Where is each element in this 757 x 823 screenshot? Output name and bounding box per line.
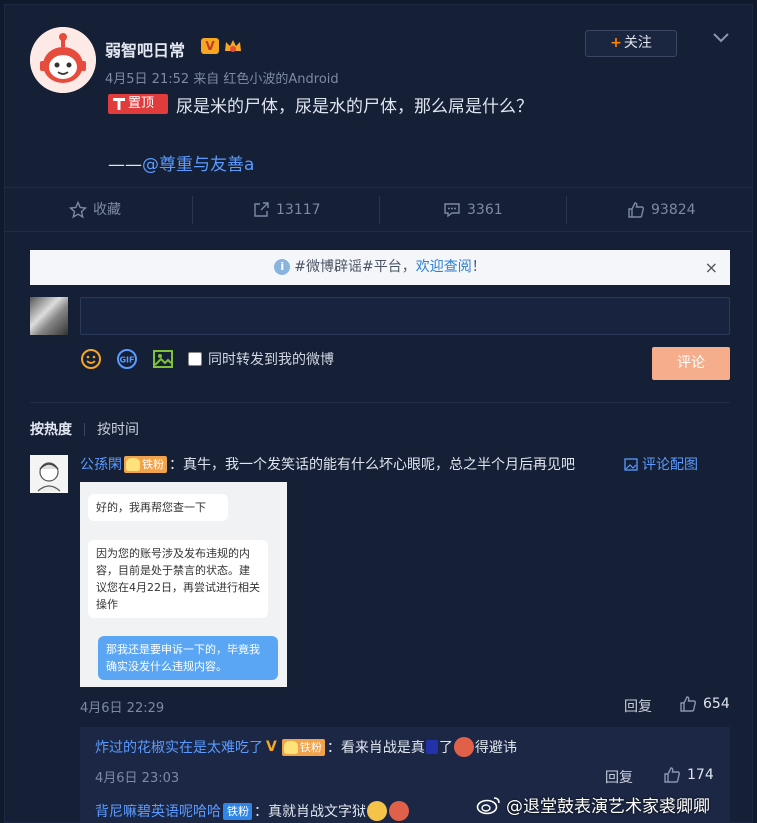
notice-link[interactable]: 欢迎查阅 [416, 259, 472, 275]
chat-bubble: 好的，我再帮您查一下 [88, 494, 228, 521]
sort-by-hot[interactable]: 按热度 [30, 419, 72, 439]
comment-image[interactable]: 好的，我再帮您查一下 因为您的账号涉及发布违规的内容，目前是处于禁言的状态。建议… [80, 482, 287, 687]
comment-icon [444, 203, 460, 218]
sort-by-time[interactable]: 按时间 [97, 419, 139, 439]
sort-separator [84, 422, 85, 436]
info-icon: i [274, 259, 291, 275]
gif-icon[interactable]: GIF [116, 348, 138, 370]
sub-comment-text: ：看来肖战是真 [326, 740, 425, 756]
follow-label: 关注 [623, 35, 652, 51]
chat-bubble-self: 那我还是要申诉一下的，毕竟我确实没发什么违规内容。 [98, 636, 278, 680]
action-separator [192, 196, 193, 224]
emoji-icon [389, 801, 409, 821]
chevron-down-icon[interactable] [711, 30, 731, 46]
image-icon[interactable] [152, 348, 174, 370]
emoji-icon [453, 737, 474, 757]
verified-v-icon: V [266, 739, 277, 755]
weibo-post-card: 弱智吧日常 V + 关注 4月5日 21:52 来自 红色小波的Android 置… [4, 4, 753, 823]
sub-comment-line: 背尼嘛碧英语呢哈哈 铁粉 ：真就肖战文字狱 [95, 801, 410, 821]
notice-tail: ！ [471, 259, 486, 275]
robot-avatar-icon [30, 27, 96, 93]
sub-comment-text: ：真就肖战文字狱 [254, 804, 366, 820]
comment-pic-link[interactable]: 评论配图 [624, 454, 698, 474]
sub-commenter-name[interactable]: 炸过的花椒实在是太难吃了 [95, 737, 263, 757]
comment-line: 公孫閑 铁粉 ：真牛，我一个发笑话的能有什么坏心眼呢，总之半个月后再见吧 [80, 454, 575, 474]
verified-v-icon: V [201, 38, 219, 54]
vip-crown-icon [225, 40, 241, 52]
watermark-text: @退堂鼓表演艺术家裘卿卿 [506, 797, 710, 817]
composer-toolbar: GIF 同时转发到我的微博 [80, 347, 334, 371]
sub-like-count: 174 [687, 767, 714, 783]
sub-comment-line: 炸过的花椒实在是太难吃了 V 铁粉 ：看来肖战是真 了 得避讳 [95, 737, 517, 757]
weibo-watermark: @退堂鼓表演艺术家裘卿卿 [476, 792, 710, 817]
post-meta: 4月5日 21:52 来自 红色小波的Android [105, 72, 339, 87]
thumbs-up-icon [664, 767, 680, 783]
repost-count: 13117 [276, 202, 321, 218]
comment-sort: 按热度 按时间 [30, 419, 139, 439]
chat-bubble: 因为您的账号涉及发布违规的内容，目前是处于禁言的状态。建议您在4月22日，再尝试… [88, 540, 268, 618]
fan-badge: 铁粉 [223, 802, 252, 820]
thumbs-up-icon [680, 696, 696, 712]
author-name[interactable]: 弱智吧日常 [105, 37, 185, 61]
comment-like-button[interactable]: 654 [679, 695, 730, 713]
plus-icon: + [610, 35, 622, 51]
mention-link[interactable]: @尊重与友善a [142, 155, 254, 175]
favorite-button[interactable]: 收藏 [69, 188, 121, 232]
repost-checkbox[interactable] [188, 352, 202, 366]
post-content: 尿是米的尸体，尿是水的尸体，那么屌是什么？ [176, 97, 533, 117]
comment-time: 4月6日 22:29 [80, 701, 165, 716]
action-separator [566, 196, 567, 224]
comment-like-count: 654 [703, 696, 730, 712]
post-header: 弱智吧日常 V + 关注 4月5日 21:52 来自 红色小波的Android 置… [5, 5, 752, 187]
weibo-logo-icon [476, 796, 500, 814]
post-action-bar: 收藏 13117 3361 93824 [5, 187, 752, 232]
emoji-icon [367, 801, 387, 821]
favorite-label: 收藏 [93, 202, 121, 218]
comment-count: 3361 [467, 202, 503, 218]
emoji-icon[interactable] [80, 348, 102, 370]
divider [30, 402, 730, 403]
submit-comment-button[interactable]: 评论 [652, 347, 730, 380]
current-user-avatar [30, 297, 68, 335]
notice-text: #微博辟谣#平台， [294, 259, 416, 275]
thumbs-up-icon [628, 202, 644, 218]
reply-button[interactable]: 回复 [605, 767, 633, 787]
comment-pic-label: 评论配图 [642, 457, 698, 473]
sub-like-button[interactable]: 174 [663, 766, 714, 784]
star-icon [69, 201, 87, 219]
sub-comment-text: 了 [438, 740, 453, 756]
repost-checkbox-label: 同时转发到我的微博 [208, 352, 334, 368]
comment-button[interactable]: 3361 [443, 188, 503, 232]
pinned-badge: 置顶 [108, 94, 168, 114]
author-avatar[interactable] [30, 27, 96, 93]
reply-button[interactable]: 回复 [624, 696, 652, 716]
rumor-notice-bar: i #微博辟谣#平台，欢迎查阅！ × [30, 250, 730, 285]
comment-input[interactable] [80, 297, 730, 335]
commenter-avatar[interactable] [30, 455, 68, 493]
sub-comment-time: 4月6日 23:03 [95, 771, 180, 786]
share-icon [254, 202, 269, 217]
signature-dash: —— [108, 155, 142, 175]
like-button[interactable]: 93824 [627, 188, 696, 232]
picture-icon [624, 457, 638, 471]
fan-badge: 铁粉 [281, 738, 325, 756]
fan-badge: 铁粉 [124, 455, 167, 473]
censor-emoji-icon [425, 740, 438, 754]
sub-commenter-name[interactable]: 背尼嘛碧英语呢哈哈 [95, 801, 221, 821]
follow-button[interactable]: + 关注 [585, 30, 677, 57]
svg-text:GIF: GIF [119, 356, 134, 365]
like-count: 93824 [651, 202, 696, 218]
repost-button[interactable]: 13117 [252, 188, 321, 232]
post-signature: ——@尊重与友善a [108, 150, 254, 175]
commenter-name[interactable]: 公孫閑 [80, 454, 122, 474]
sketch-avatar-icon [30, 455, 68, 493]
comment-text: ：真牛，我一个发笑话的能有什么坏心眼呢，总之半个月后再见吧 [169, 457, 575, 473]
sub-comment-text: 得避讳 [474, 740, 517, 756]
action-separator [379, 196, 380, 224]
close-icon[interactable]: × [705, 250, 718, 285]
